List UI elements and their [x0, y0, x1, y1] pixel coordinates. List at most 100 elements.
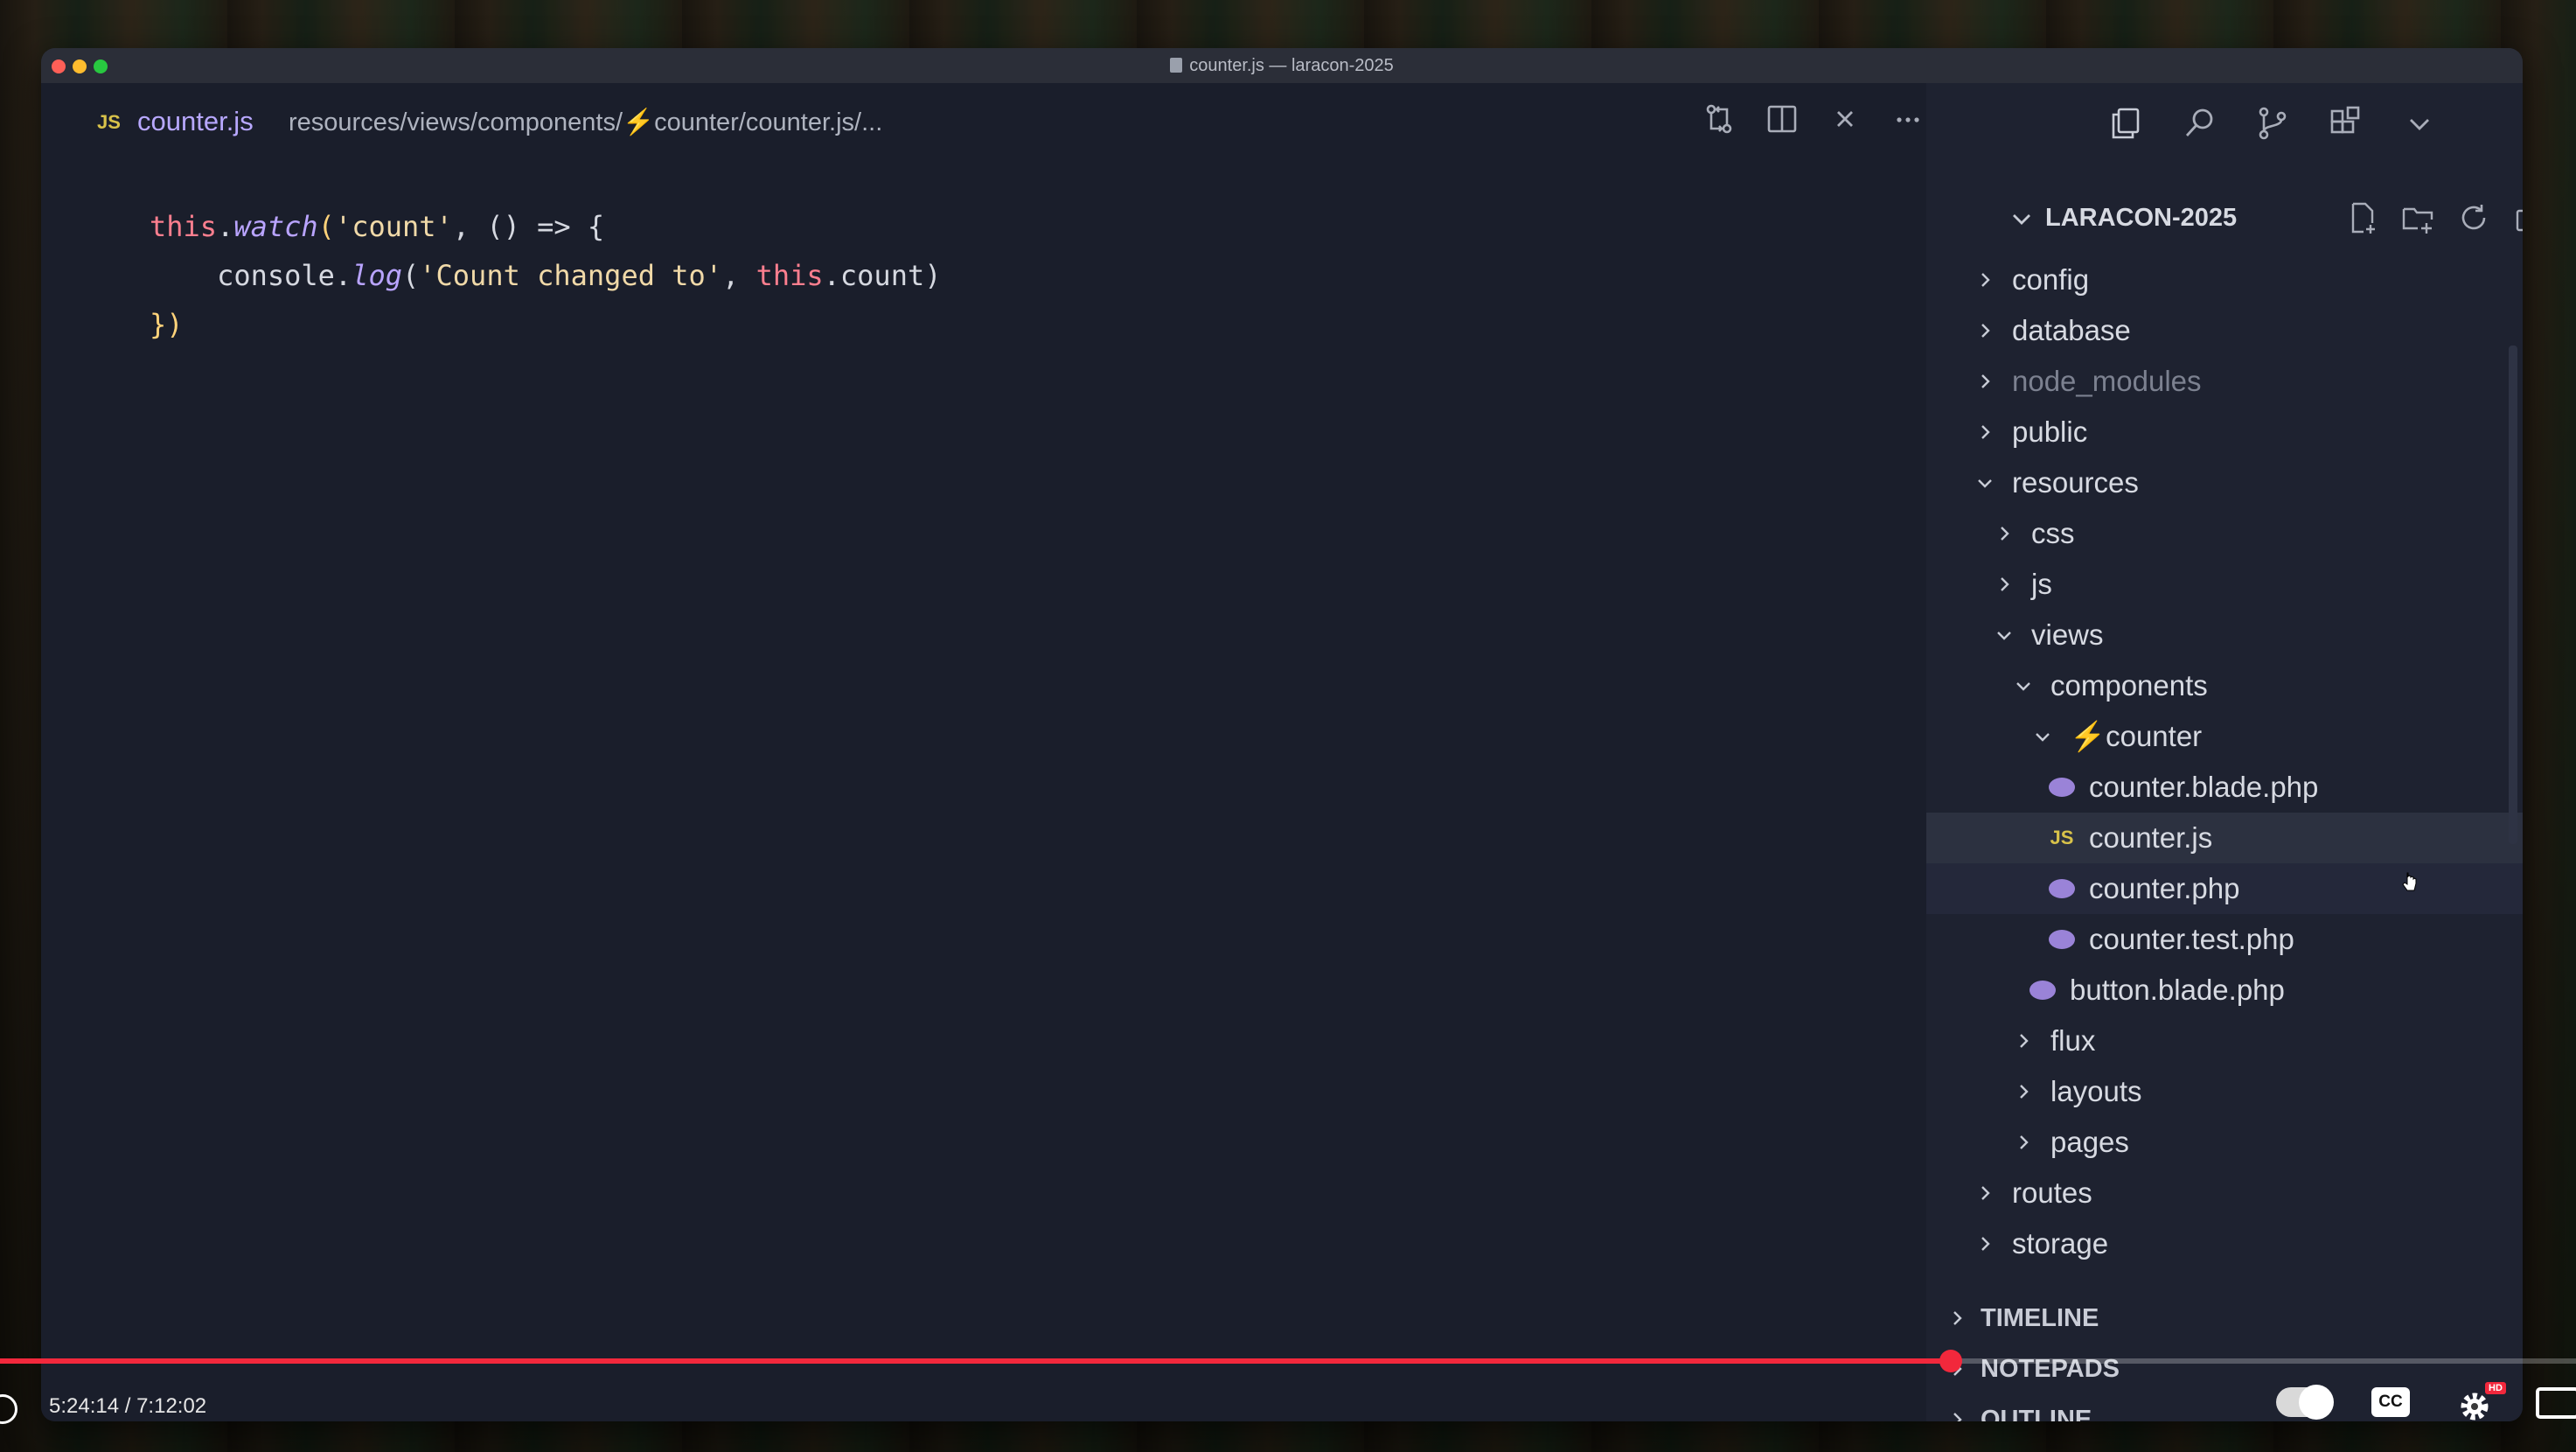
new-file-icon[interactable] [2344, 200, 2379, 240]
php-file-icon [2047, 925, 2077, 954]
captions-button[interactable]: CC [2371, 1387, 2410, 1417]
tree-item[interactable]: config [1926, 255, 2523, 305]
tree-item-label: public [2012, 415, 2088, 448]
sidebar-scrollbar[interactable] [2509, 346, 2517, 844]
tree-item[interactable]: resources [1926, 457, 2523, 508]
chevron-right-icon [1970, 265, 2000, 295]
tree-item-label: counter.php [2089, 872, 2240, 904]
video-scrubber[interactable] [1939, 1350, 1962, 1372]
chevron-right-icon [1970, 366, 2000, 396]
chevron-right-icon [1970, 1178, 2000, 1208]
tree-item[interactable]: js [1926, 559, 2523, 610]
tree-item[interactable]: counter.php [1926, 863, 2523, 914]
document-icon [1170, 58, 1183, 73]
explorer-header[interactable]: LARACON-2025 [1926, 202, 2523, 239]
js-file-icon: JS [2050, 827, 2074, 848]
tree-item-label: storage [2012, 1227, 2109, 1260]
js-file-icon: JS [97, 111, 121, 133]
extensions-icon[interactable] [2327, 104, 2365, 143]
editor-tab-bar: JS counter.js resources/views/components… [41, 83, 1926, 162]
tree-item-label: database [2012, 314, 2131, 346]
tree-item[interactable]: css [1926, 508, 2523, 559]
tree-item-label: node_modules [2012, 365, 2202, 397]
chevron-right-icon [1970, 1229, 2000, 1259]
tab-filename[interactable]: counter.js [137, 106, 254, 137]
tree-item[interactable]: counter.test.php [1926, 914, 2523, 965]
breadcrumb[interactable]: resources/views/components/⚡counter/coun… [289, 108, 882, 137]
tree-item-label: pages [2050, 1126, 2129, 1158]
chevron-down-icon[interactable] [2400, 104, 2439, 143]
code-editor[interactable]: this.watch('count', () => { console.log(… [150, 202, 941, 349]
new-folder-icon[interactable] [2400, 200, 2435, 240]
chevron-right-icon [1942, 1303, 1972, 1333]
tree-item[interactable]: storage [1926, 1218, 2523, 1269]
explorer-sidebar: LARACON-2025 config database node_modulesp… [1926, 83, 2523, 1421]
tree-item[interactable]: button.blade.php [1926, 965, 2523, 1016]
editor-pane: JS counter.js resources/views/components… [41, 83, 1926, 1421]
outline-section[interactable]: OUTLINE [1942, 1405, 2092, 1421]
chevron-right-icon [2009, 1077, 2038, 1106]
tree-item-label: views [2031, 618, 2104, 651]
tree-item[interactable]: database [1926, 305, 2523, 356]
chevron-right-icon [2009, 1026, 2038, 1056]
tree-item[interactable]: counter.blade.php [1926, 762, 2523, 813]
chevron-right-icon [2009, 1127, 2038, 1157]
tree-item-label: button.blade.php [2070, 974, 2285, 1006]
tree-item-label: config [2012, 263, 2090, 296]
window-title: counter.js — laracon-2025 [41, 56, 2523, 76]
chevron-right-icon [1970, 417, 2000, 447]
tree-item-label: layouts [2050, 1075, 2142, 1107]
tree-item[interactable]: pages [1926, 1117, 2523, 1168]
split-editor-icon[interactable] [1765, 102, 1799, 136]
chevron-right-icon [1989, 519, 2019, 548]
chevron-right-icon [1942, 1405, 1972, 1421]
mouse-cursor-icon [2402, 872, 2417, 891]
php-file-icon [2047, 874, 2077, 904]
tree-item[interactable]: flux [1926, 1016, 2523, 1066]
more-actions-icon[interactable] [1891, 102, 1925, 136]
tree-item-label: routes [2012, 1176, 2092, 1209]
timeline-section[interactable]: TIMELINE [1942, 1303, 2099, 1333]
title-bar: counter.js — laracon-2025 [41, 48, 2523, 84]
chevron-down-icon [1989, 620, 2019, 650]
php-file-icon [2047, 772, 2077, 802]
file-tree: config database node_modulespublic resource… [1926, 255, 2523, 1269]
toggle-knob [2299, 1385, 2334, 1420]
collapse-all-icon[interactable] [2512, 200, 2523, 240]
chevron-right-icon [1989, 569, 2019, 599]
php-file-icon [2028, 975, 2057, 1005]
code-line-3: }) [150, 308, 184, 341]
chevron-down-icon [2028, 722, 2057, 751]
chevron-right-icon [1970, 316, 2000, 346]
tree-item-label: resources [2012, 466, 2139, 499]
explorer-icon[interactable] [2106, 104, 2145, 143]
hd-badge: HD [2485, 1382, 2506, 1394]
tree-item-label: css [2031, 517, 2075, 549]
activity-bar [1926, 83, 2523, 162]
tree-item-label: counter.blade.php [2089, 771, 2319, 803]
tree-item-label: ⚡counter [2070, 719, 2203, 752]
source-control-icon[interactable] [2253, 104, 2292, 143]
search-icon[interactable] [2180, 104, 2218, 143]
video-time: 5:24:14 / 7:12:02 [49, 1394, 207, 1418]
refresh-icon[interactable] [2456, 200, 2491, 240]
close-icon[interactable] [1828, 102, 1862, 136]
tree-item[interactable]: views [1926, 610, 2523, 660]
compare-changes-icon[interactable] [1702, 102, 1736, 136]
tree-item-label: js [2031, 568, 2052, 600]
explorer-root-label: LARACON-2025 [2045, 204, 2238, 232]
chevron-down-icon [1970, 468, 2000, 498]
code-line-2: console.log('Count changed to', this.cou… [217, 259, 942, 292]
chevron-down-icon [2007, 204, 2036, 234]
tree-item[interactable]: node_modules [1926, 356, 2523, 407]
tree-item[interactable]: components [1926, 660, 2523, 711]
code-line-1: this.watch('count', () => { [150, 210, 605, 243]
tree-item-label: components [2050, 669, 2208, 702]
tree-item[interactable]: JS counter.js [1926, 813, 2523, 863]
theater-mode-button[interactable] [2536, 1387, 2576, 1419]
autoplay-toggle[interactable] [2276, 1385, 2334, 1420]
tree-item[interactable]: ⚡counter [1926, 711, 2523, 762]
tree-item[interactable]: layouts [1926, 1066, 2523, 1117]
tree-item[interactable]: public [1926, 407, 2523, 457]
tree-item[interactable]: routes [1926, 1168, 2523, 1218]
